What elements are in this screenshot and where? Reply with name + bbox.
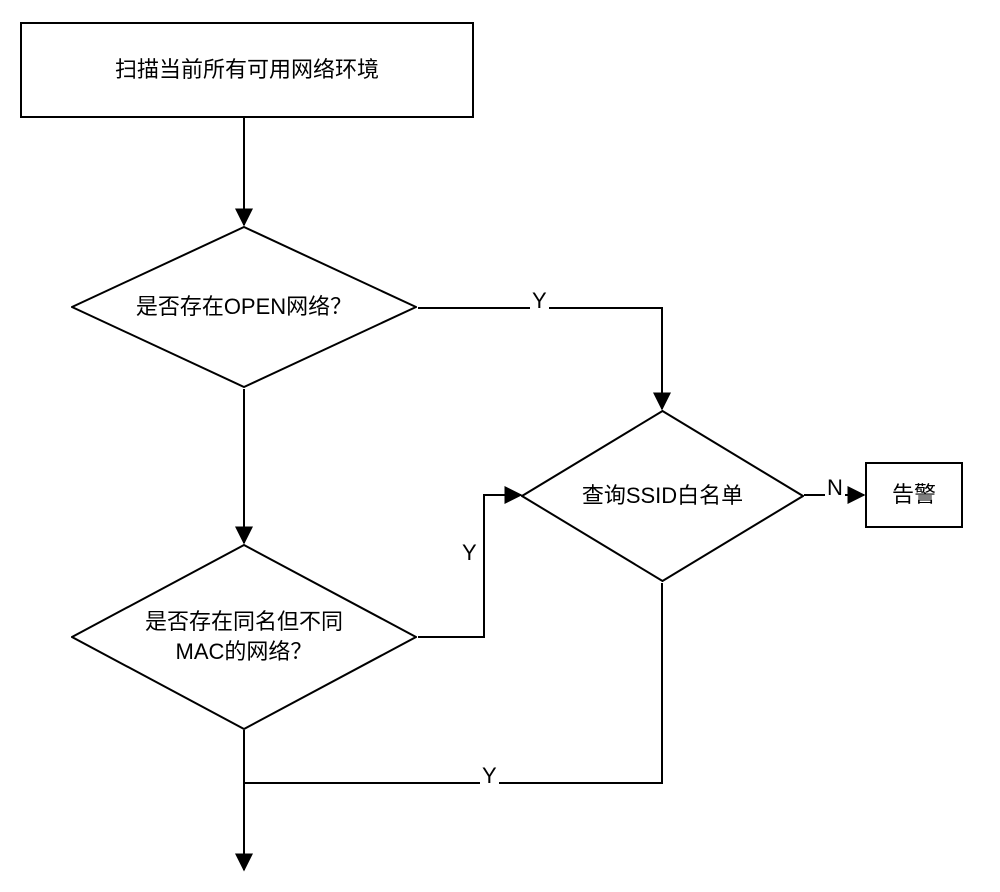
alarm-box: 告警	[865, 462, 963, 528]
edge-label-y-open: Y	[530, 288, 549, 314]
decision-same-name-label: 是否存在同名但不同 MAC的网络？	[115, 607, 373, 666]
alarm-box-label: 告警	[892, 480, 936, 511]
decision-open-label: 是否存在OPEN网络？	[106, 292, 382, 322]
decision-open-network: 是否存在OPEN网络？	[71, 226, 417, 388]
edge-label-y-ssid: Y	[480, 763, 499, 789]
start-box: 扫描当前所有可用网络环境	[20, 22, 474, 118]
edge-label-n-ssid: N	[825, 475, 845, 501]
decision-same-name-diff-mac: 是否存在同名但不同 MAC的网络？	[71, 544, 417, 730]
start-box-label: 扫描当前所有可用网络环境	[115, 55, 379, 86]
edges-layer	[0, 0, 1000, 892]
decision-ssid-whitelist: 查询SSID白名单	[521, 410, 804, 582]
decision-ssid-label: 查询SSID白名单	[552, 481, 773, 511]
flowchart-canvas: 扫描当前所有可用网络环境 是否存在OPEN网络？ 是否存在同名但不同 MAC的网…	[0, 0, 1000, 892]
edge-label-y-samename: Y	[460, 540, 479, 566]
